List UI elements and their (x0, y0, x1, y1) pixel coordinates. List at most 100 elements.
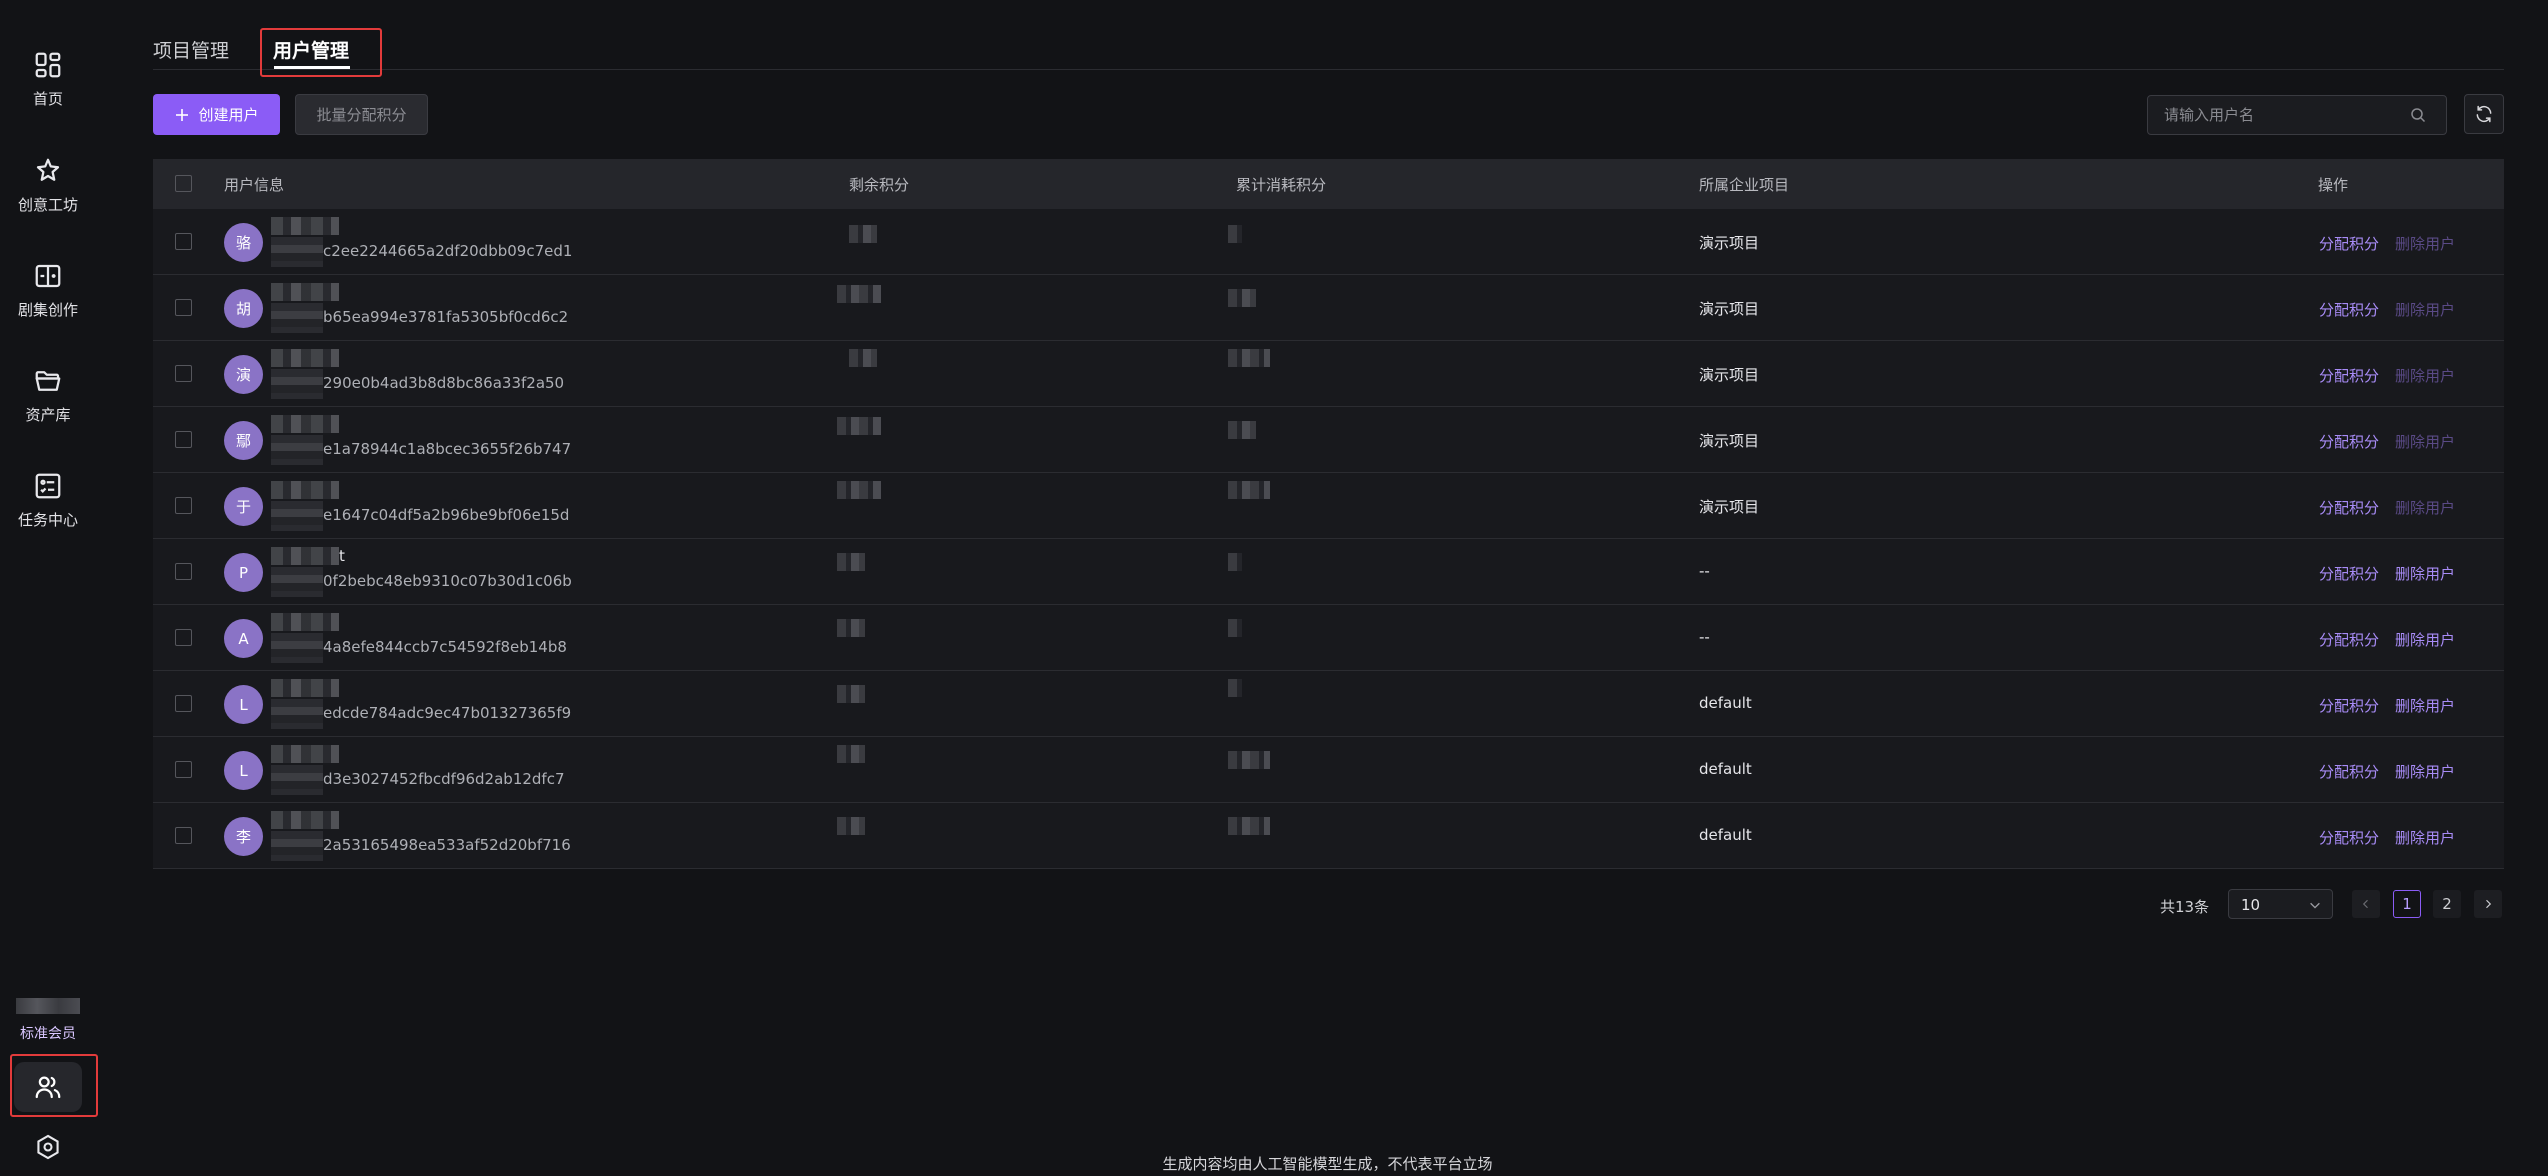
avatar: 胡 (224, 289, 263, 328)
assign-points-link[interactable]: 分配积分 (2319, 299, 2379, 320)
remaining-points-redacted (837, 285, 881, 303)
avatar: 李 (224, 817, 263, 856)
member-level-label: 标准会员 (20, 1026, 76, 1042)
row-checkbox[interactable] (175, 629, 192, 646)
page-size-select[interactable]: 10 (2228, 889, 2333, 919)
username-redacted (271, 811, 339, 829)
chevron-down-icon (2310, 902, 2320, 909)
sidebar-item-label: 资产库 (25, 406, 71, 424)
row-checkbox[interactable] (175, 431, 192, 448)
sidebar-item-creative-workshop[interactable]: 创意工坊 (0, 148, 96, 228)
remaining-points-redacted (837, 745, 865, 763)
create-user-button[interactable]: 创建用户 (153, 94, 280, 135)
enterprise-project: 演示项目 (1699, 300, 1760, 318)
delete-user-link[interactable]: 删除用户 (2395, 695, 2455, 716)
delete-user-link[interactable]: 删除用户 (2395, 497, 2455, 518)
user-id-redacted (271, 237, 323, 267)
assign-points-link[interactable]: 分配积分 (2319, 365, 2379, 386)
top-tabs: 项目管理 用户管理 (153, 28, 2504, 70)
table-row: P t 0f2bebc48eb9310c07b30d1c06b -- 分配积分 … (153, 539, 2504, 605)
user-id-redacted (271, 501, 323, 531)
refresh-button[interactable] (2464, 94, 2504, 134)
assign-points-link[interactable]: 分配积分 (2319, 761, 2379, 782)
page-2-button[interactable]: 2 (2433, 890, 2461, 918)
page-1-button[interactable]: 1 (2393, 890, 2421, 918)
page-number: 1 (2402, 895, 2412, 913)
page-number: 2 (2442, 895, 2452, 913)
enterprise-project: -- (1699, 628, 1710, 646)
next-page-button[interactable] (2474, 890, 2502, 918)
enterprise-project: default (1699, 826, 1752, 844)
row-checkbox[interactable] (175, 563, 192, 580)
username-redacted (271, 283, 339, 301)
assign-points-link[interactable]: 分配积分 (2319, 629, 2379, 650)
username-redacted (271, 415, 339, 433)
row-checkbox[interactable] (175, 233, 192, 250)
row-checkbox[interactable] (175, 695, 192, 712)
sparkle-icon (36, 158, 60, 181)
delete-user-link[interactable]: 删除用户 (2395, 233, 2455, 254)
consumed-points-redacted (1228, 553, 1242, 571)
sidebar-item-label: 剧集创作 (17, 301, 78, 319)
assign-points-link[interactable]: 分配积分 (2319, 497, 2379, 518)
enterprise-project: 演示项目 (1699, 498, 1760, 516)
row-checkbox[interactable] (175, 497, 192, 514)
app: 首页 创意工坊 剧集创作 资产库 任务中心 标准会员 项目管理 用户管理 创建用… (0, 0, 2548, 1176)
username-search-input[interactable] (2164, 96, 2404, 134)
sidebar-item-task-center[interactable]: 任务中心 (0, 463, 96, 543)
row-checkbox[interactable] (175, 827, 192, 844)
sidebar-item-label: 任务中心 (17, 511, 78, 529)
tab-project-management[interactable]: 项目管理 (153, 36, 229, 63)
search-icon[interactable] (2410, 107, 2426, 123)
assign-points-link[interactable]: 分配积分 (2319, 431, 2379, 452)
username-redacted (271, 217, 339, 235)
delete-user-link[interactable]: 删除用户 (2395, 827, 2455, 848)
user-management-button[interactable] (14, 1062, 82, 1112)
delete-user-link[interactable]: 删除用户 (2395, 761, 2455, 782)
table-row: 骆 c2ee2244665a2df20dbb09c7ed1 演示项目 分配积分 … (153, 209, 2504, 275)
row-checkbox[interactable] (175, 761, 192, 778)
row-checkbox[interactable] (175, 299, 192, 316)
assign-points-link[interactable]: 分配积分 (2319, 563, 2379, 584)
tab-user-management[interactable]: 用户管理 (273, 36, 349, 63)
chevron-right-icon (2486, 899, 2492, 909)
delete-user-link[interactable]: 删除用户 (2395, 431, 2455, 452)
remaining-points-redacted (837, 481, 881, 499)
enterprise-project: -- (1699, 562, 1710, 580)
table-body: 骆 c2ee2244665a2df20dbb09c7ed1 演示项目 分配积分 … (153, 209, 2504, 869)
sidebar-item-asset-library[interactable]: 资产库 (0, 358, 96, 438)
sidebar-item-series-creation[interactable]: 剧集创作 (0, 253, 96, 333)
user-id: 2a53165498ea533af52d20bf716 (323, 836, 571, 854)
consumed-points-redacted (1228, 751, 1270, 769)
member-name-redacted (16, 998, 80, 1014)
assign-points-link[interactable]: 分配积分 (2319, 827, 2379, 848)
username-redacted (271, 613, 339, 631)
row-checkbox[interactable] (175, 365, 192, 382)
select-all-checkbox[interactable] (175, 175, 192, 192)
page-size-value: 10 (2241, 896, 2261, 914)
header-actions: 操作 (2318, 176, 2349, 194)
avatar: 演 (224, 355, 263, 394)
enterprise-project: 演示项目 (1699, 234, 1760, 252)
prev-page-button[interactable] (2352, 890, 2380, 918)
delete-user-link[interactable]: 删除用户 (2395, 563, 2455, 584)
batch-assign-points-button[interactable]: 批量分配积分 (295, 94, 428, 135)
assign-points-link[interactable]: 分配积分 (2319, 233, 2379, 254)
delete-user-link[interactable]: 删除用户 (2395, 365, 2455, 386)
assign-points-link[interactable]: 分配积分 (2319, 695, 2379, 716)
consumed-points-redacted (1228, 421, 1256, 439)
username-redacted (271, 679, 339, 697)
user-id: e1647c04df5a2b96be9bf06e15d (323, 506, 570, 524)
folder-icon (35, 371, 61, 391)
sidebar-item-home[interactable]: 首页 (0, 42, 96, 122)
remaining-points-redacted (837, 553, 865, 571)
delete-user-link[interactable]: 删除用户 (2395, 629, 2455, 650)
table-row: 李 2a53165498ea533af52d20bf716 default 分配… (153, 803, 2504, 869)
header-remaining-points: 剩余积分 (849, 176, 910, 194)
enterprise-project: 演示项目 (1699, 366, 1760, 384)
user-id: edcde784adc9ec47b01327365f9 (323, 704, 572, 722)
header-enterprise-project: 所属企业项目 (1699, 176, 1790, 194)
user-id: 0f2bebc48eb9310c07b30d1c06b (323, 572, 572, 590)
delete-user-link[interactable]: 删除用户 (2395, 299, 2455, 320)
avatar: L (224, 685, 263, 724)
